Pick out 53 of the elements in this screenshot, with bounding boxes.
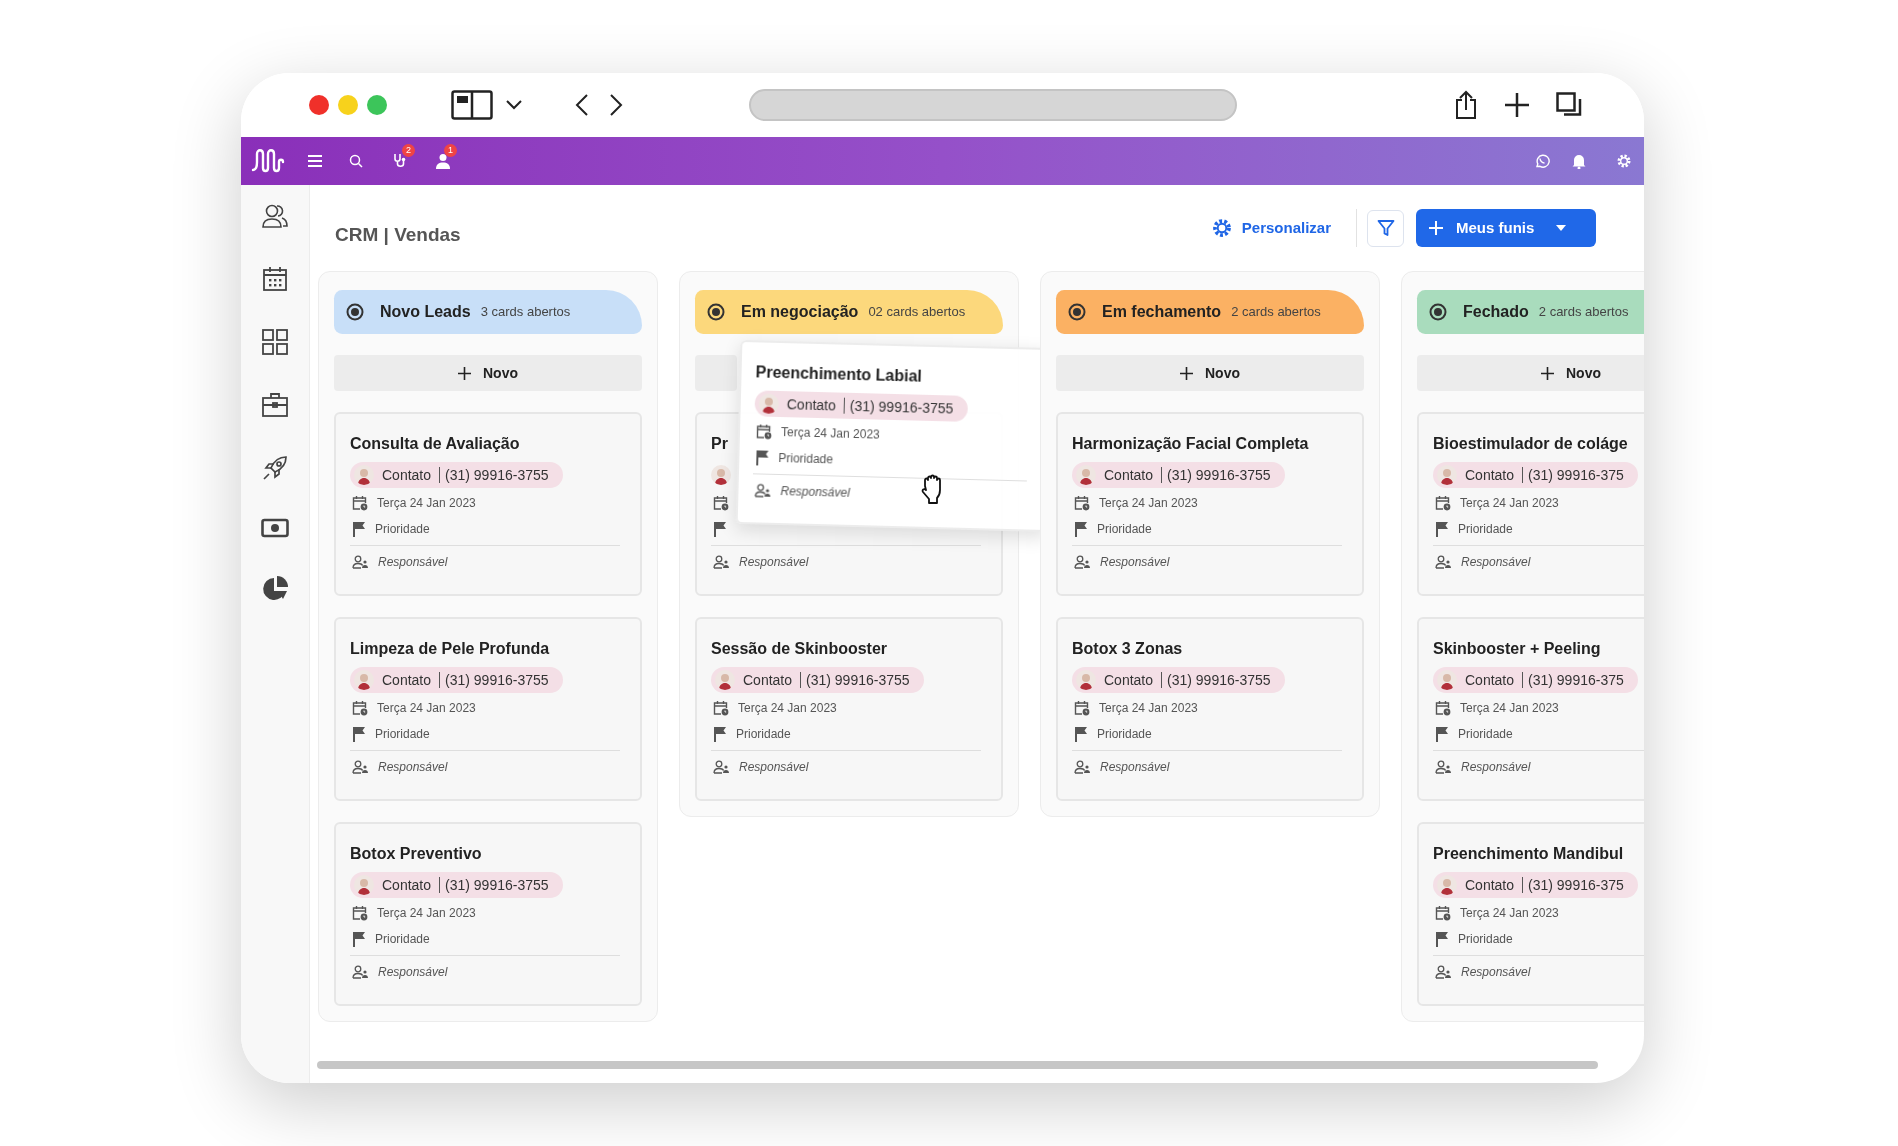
responsible-text: Responsável — [1100, 759, 1170, 776]
card-title: Consulta de Avaliação — [350, 434, 520, 454]
responsible-text: Responsável — [378, 759, 448, 776]
column-title: Em fechamento — [1102, 302, 1222, 322]
card-count: 3 cards abertos — [480, 303, 571, 322]
column-title: Fechado — [1463, 302, 1529, 322]
priority-text: Prioridade — [778, 450, 834, 469]
date-text: Terça 24 Jan 2023 — [377, 905, 476, 922]
card-title: Bioestimulador de coláge — [1433, 434, 1628, 454]
card-title: Preenchimento Mandibul — [1433, 844, 1624, 864]
responsible-text: Responsável — [1461, 759, 1531, 776]
card-title: Preenchimento Labial — [755, 362, 923, 387]
date-text: Terça 24 Jan 2023 — [1460, 700, 1559, 717]
responsible-text: Responsável — [1461, 554, 1531, 571]
priority-text: Prioridade — [736, 726, 791, 743]
card-count: 02 cards abertos — [868, 303, 966, 322]
responsible-text: Responsável — [780, 483, 851, 502]
responsible-text: Responsável — [739, 554, 809, 571]
card-count: 2 cards abertos — [1231, 303, 1321, 322]
date-text: Terça 24 Jan 2023 — [377, 700, 476, 717]
date-text: Terça 24 Jan 2023 — [738, 700, 837, 717]
date-text: Terça 24 Jan 2023 — [780, 424, 880, 444]
card-title: Skinbooster + Peeling — [1433, 639, 1601, 659]
column-title: Novo Leads — [380, 302, 471, 322]
date-text: Terça 24 Jan 2023 — [1099, 495, 1198, 512]
responsible-text: Responsável — [1100, 554, 1170, 571]
responsible-text: Responsável — [739, 759, 809, 776]
responsible-text: Responsável — [378, 964, 448, 981]
card-count: 2 cards abertos — [1538, 303, 1629, 322]
priority-text: Prioridade — [1458, 931, 1513, 948]
priority-text: Prioridade — [1097, 726, 1152, 743]
card-title: Botox Preventivo — [350, 844, 482, 864]
priority-text: Prioridade — [375, 726, 430, 743]
card-title: Botox 3 Zonas — [1072, 639, 1183, 659]
card-title: Sessão de Skinbooster — [711, 639, 888, 659]
date-text: Terça 24 Jan 2023 — [1099, 700, 1198, 717]
column-title: Em negociação — [741, 302, 859, 322]
date-text: Terça 24 Jan 2023 — [377, 495, 476, 512]
notification-badge: 1 — [444, 144, 457, 157]
card-title: Limpeza de Pele Profunda — [350, 639, 550, 659]
card-title: Pr — [711, 434, 728, 454]
priority-text: Prioridade — [1458, 726, 1513, 743]
priority-text: Prioridade — [1097, 521, 1152, 538]
priority-text: Prioridade — [1458, 521, 1513, 538]
date-text: Terça 24 Jan 2023 — [1460, 905, 1559, 922]
notification-badge: 2 — [402, 144, 415, 157]
priority-text: Prioridade — [375, 521, 430, 538]
responsible-text: Responsável — [378, 554, 448, 571]
date-text: Terça 24 Jan 2023 — [1460, 495, 1559, 512]
card-title: Harmonização Facial Completa — [1072, 434, 1309, 454]
responsible-text: Responsável — [1461, 964, 1531, 981]
priority-text: Prioridade — [375, 931, 430, 948]
page-title: CRM | Vendas — [335, 222, 461, 247]
